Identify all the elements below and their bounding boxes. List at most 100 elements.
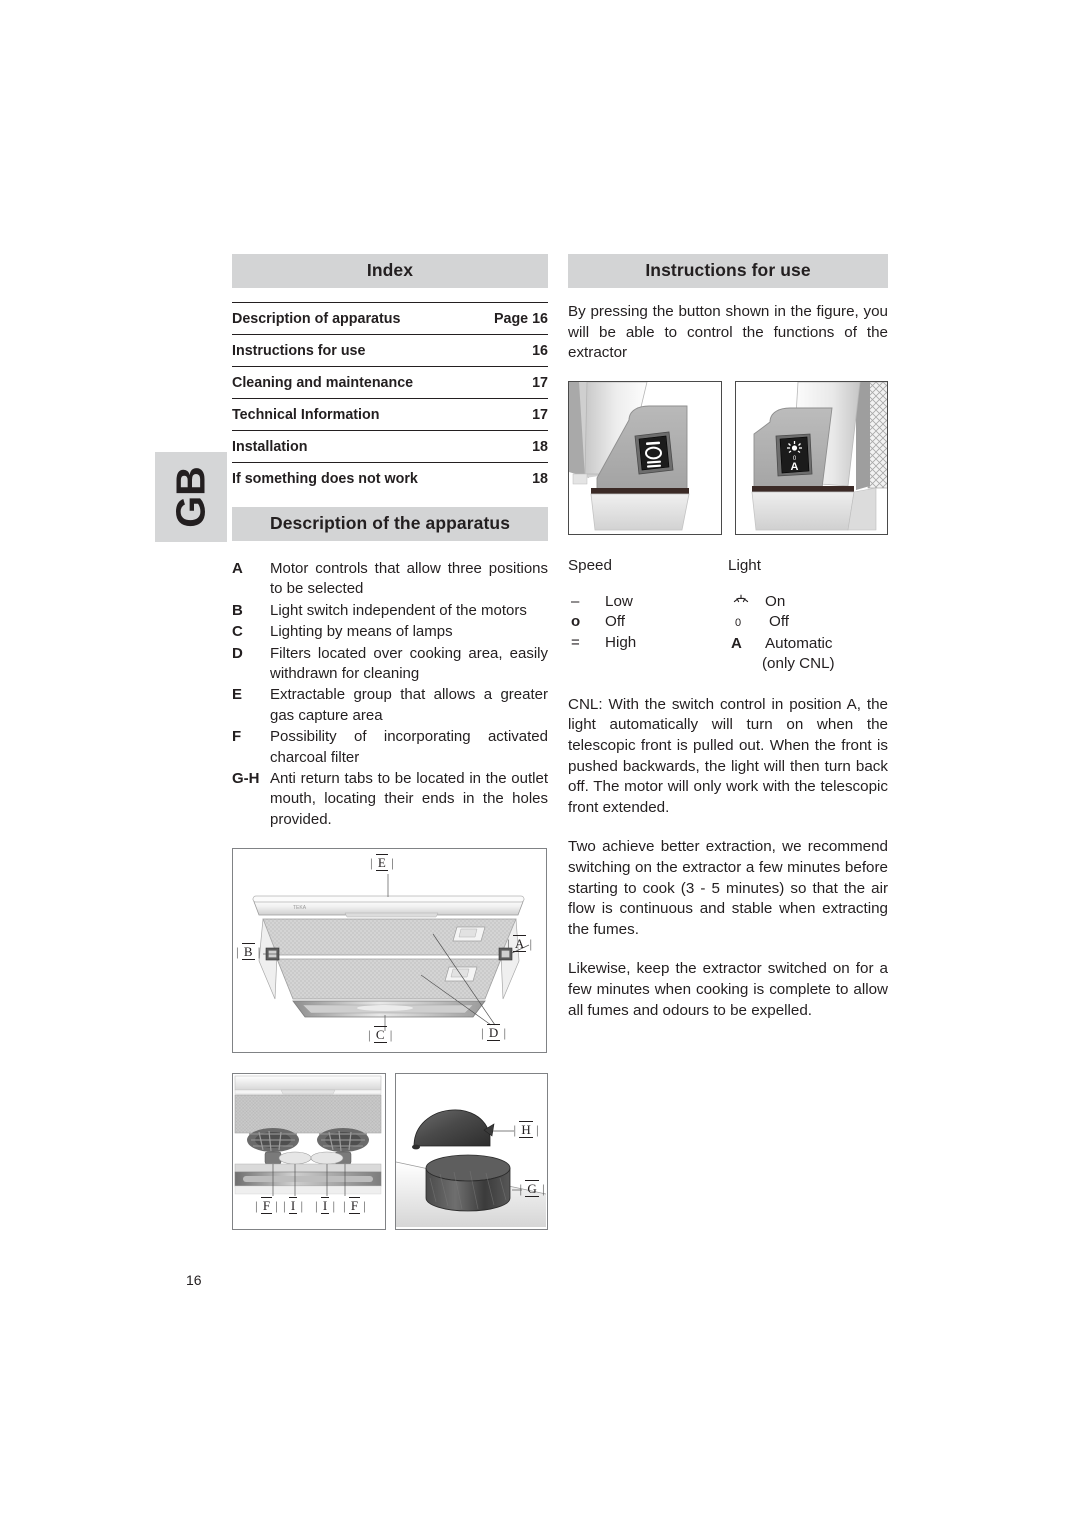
light-off-symbol: 0: [735, 617, 742, 630]
index-row-page: Page 16: [476, 302, 548, 335]
table-row[interactable]: Technical Information 17: [232, 398, 548, 431]
bottom-figures-row: | F | | I | | I | | F | | H | | G |: [232, 1073, 548, 1231]
language-tab-gb: GB: [155, 452, 227, 542]
description-item-key: B: [232, 601, 243, 619]
instructions-intro: By pressing the button shown in the figu…: [568, 303, 888, 362]
index-row-title: Installation: [232, 430, 477, 463]
index-row-page: 18: [476, 430, 548, 463]
index-row-page: 17: [476, 398, 548, 431]
hood-overview-drawing: TEKA: [252, 874, 530, 1032]
description-item-text: Motor controls that allow three position…: [270, 560, 548, 598]
list-item: D Filters located over cooking area, eas…: [232, 644, 548, 685]
speed-off-label: Off: [605, 613, 625, 631]
control-legend: Speed – Low o Off = High Light On 0 Off …: [568, 557, 888, 675]
legend-row-speed-low: – Low: [568, 592, 728, 613]
index-row-title: Cleaning and maintenance: [232, 366, 477, 399]
document-page: GB Index Description of apparatus Page 1…: [0, 0, 1080, 1528]
hood-overview-diagram: TEKA | E | | B | | A | | C | | D |: [232, 848, 547, 1054]
callout-i-left: | I |: [283, 1197, 304, 1215]
speed-low-label: Low: [605, 592, 633, 610]
light-on-icon: [728, 592, 765, 606]
paragraph-extraction: Two achieve better extraction, we recomm…: [568, 838, 888, 938]
description-item-key: A: [232, 560, 243, 577]
callout-f-left: | F |: [255, 1197, 278, 1215]
description-item-key: D: [232, 644, 243, 662]
legend-row-light-on: On: [728, 592, 888, 613]
list-item: F Possibility of incorporating activated…: [232, 727, 548, 768]
left-column: Index Description of apparatus Page 16 I…: [232, 254, 548, 1231]
anti-return-tabs-drawing: [395, 1109, 546, 1228]
page-number: 16: [186, 1272, 202, 1288]
index-row-page: 17: [476, 366, 548, 399]
list-item: E Extractable group that allows a greate…: [232, 685, 548, 726]
light-on-glyph: [733, 594, 749, 602]
callout-f-right: | F |: [343, 1197, 366, 1215]
list-item: B Light switch independent of the motors: [232, 601, 548, 621]
svg-text:A: A: [790, 461, 798, 473]
legend-row-speed-high: = High: [568, 633, 728, 654]
legend-light-column: Light On 0 Off A Automatic (only CNL): [728, 557, 888, 675]
callout-b: | B |: [236, 943, 261, 961]
description-heading: Description of the apparatus: [232, 507, 548, 541]
legend-row-speed-off: o Off: [568, 612, 728, 633]
callout-h: | H |: [513, 1121, 539, 1139]
right-column: Instructions for use By pressing the but…: [568, 254, 888, 1021]
anti-return-tabs-diagram: | H | | G |: [394, 1073, 548, 1231]
speed-high-label: High: [605, 633, 637, 651]
index-row-page: 16: [476, 334, 548, 367]
instructions-heading: Instructions for use: [568, 254, 888, 288]
light-off-label: Off: [769, 613, 789, 631]
description-item-key: G-H: [232, 770, 260, 788]
description-item-text: Light switch independent of the motors: [270, 601, 527, 619]
index-row-title: If something does not work: [232, 462, 477, 494]
light-switch-photo: 0 A: [734, 380, 888, 535]
filter-detail-diagram: | F | | I | | I | | F |: [232, 1073, 386, 1231]
speed-off-symbol: o: [571, 613, 581, 631]
description-item-text: Possibility of incorporating activated c…: [270, 728, 548, 766]
paragraph-likewise: Likewise, keep the extractor switched on…: [568, 960, 888, 1019]
index-table: Description of apparatus Page 16 Instruc…: [232, 302, 548, 494]
table-row[interactable]: Cleaning and maintenance 17: [232, 366, 548, 399]
switch-photos: 0 A: [568, 380, 888, 535]
table-row[interactable]: Instructions for use 16: [232, 334, 548, 367]
light-on-label: On: [765, 592, 786, 610]
description-item-key: C: [232, 623, 243, 641]
light-auto-note: (only CNL): [762, 655, 835, 673]
legend-light-heading: Light: [728, 556, 761, 574]
index-row-page: 18: [476, 462, 548, 494]
legend-row-light-auto: A Automatic: [728, 634, 888, 655]
index-row-title: Instructions for use: [232, 334, 477, 367]
svg-text:TEKA: TEKA: [293, 905, 307, 911]
callout-i-right: | I |: [315, 1197, 336, 1215]
description-item-text: Lighting by means of lamps: [270, 623, 453, 641]
speed-rocker-switch-photo: [568, 380, 722, 535]
speed-switch-drawing: [569, 381, 721, 532]
description-item-text: Extractable group that allows a greater …: [270, 686, 548, 724]
callout-g: | G |: [519, 1180, 545, 1198]
index-heading: Index: [232, 254, 548, 288]
table-row[interactable]: Installation 18: [232, 430, 548, 463]
description-item-text: Anti return tabs to be located in the ou…: [270, 770, 548, 828]
language-tab-label: GB: [167, 466, 214, 528]
description-item-key: F: [232, 728, 242, 746]
callout-c: | C |: [368, 1026, 393, 1044]
index-row-title: Description of apparatus: [232, 302, 477, 335]
index-row-title: Technical Information: [232, 398, 477, 431]
light-auto-symbol: A: [731, 634, 742, 652]
description-list: A Motor controls that allow three positi…: [232, 559, 548, 830]
paragraph-cnl: CNL: With the switch control in position…: [568, 695, 888, 816]
callout-e: | E |: [370, 854, 394, 872]
legend-row-light-off: 0 Off: [728, 612, 888, 634]
callout-d: | D |: [481, 1024, 507, 1042]
legend-speed-heading: Speed: [568, 556, 612, 574]
list-item: G-H Anti return tabs to be located in th…: [232, 769, 548, 830]
description-item-text: Filters located over cooking area, easil…: [270, 644, 548, 683]
callout-a: | A |: [507, 935, 533, 953]
table-row[interactable]: If something does not work 18: [232, 462, 548, 494]
legend-speed-column: Speed – Low o Off = High: [568, 557, 728, 675]
table-row[interactable]: Description of apparatus Page 16: [232, 302, 548, 335]
speed-high-symbol: =: [571, 633, 580, 651]
light-switch-drawing: 0 A: [735, 381, 888, 532]
list-item: C Lighting by means of lamps: [232, 622, 548, 642]
speed-low-symbol: –: [571, 592, 580, 610]
